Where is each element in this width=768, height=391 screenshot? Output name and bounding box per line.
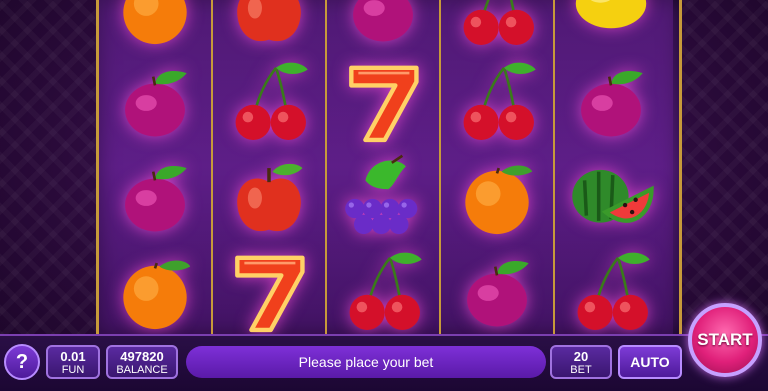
bet-selector[interactable]: 20 BET — [550, 345, 612, 379]
orange-icon — [123, 260, 191, 329]
cherry-icon — [463, 0, 534, 45]
reel-2 — [213, 0, 327, 334]
reel-1-symbol-1 — [99, 0, 211, 55]
seven-icon — [349, 65, 419, 142]
bet-label: BET — [570, 364, 592, 376]
start-label: START — [697, 330, 753, 349]
status-message: Please place your bet — [186, 346, 546, 378]
plum-icon — [353, 0, 413, 41]
reel-3-symbol-4 — [327, 245, 439, 340]
reel-4 — [441, 0, 555, 334]
reel-1 — [99, 0, 213, 334]
plum-icon — [125, 165, 187, 231]
cherry-icon — [235, 62, 308, 140]
reel-5-symbol-4 — [555, 245, 667, 340]
apple-icon — [237, 163, 303, 231]
orange-icon — [465, 165, 533, 234]
coin-value: 0.01 — [60, 349, 86, 364]
reel-2-symbol-1 — [213, 0, 325, 55]
help-icon: ? — [15, 351, 29, 373]
reel-1-symbol-2 — [99, 55, 211, 150]
cherry-icon — [349, 252, 422, 330]
reel-5-symbol-2 — [555, 55, 667, 150]
orange-icon — [123, 0, 187, 44]
coin-value-selector[interactable]: 0.01 FUN — [46, 345, 100, 379]
apple-icon — [237, 0, 301, 41]
reel-3-symbol-1 — [327, 0, 439, 55]
reel-4-symbol-1 — [441, 0, 553, 55]
reel-3 — [327, 0, 441, 334]
balance-label: BALANCE — [116, 364, 168, 376]
reel-1-symbol-4 — [99, 245, 211, 340]
reel-4-symbol-2 — [441, 55, 553, 150]
reel-1-symbol-3 — [99, 150, 211, 245]
reels-area — [96, 0, 682, 334]
reel-3-symbol-3 — [327, 150, 439, 245]
reel-5 — [555, 0, 673, 334]
help-button[interactable]: ? — [4, 344, 40, 380]
seven-icon — [235, 255, 305, 332]
grapes-icon — [345, 154, 418, 234]
plum-icon — [581, 70, 643, 136]
reel-4-symbol-4 — [441, 245, 553, 340]
reel-2-symbol-3 — [213, 150, 325, 245]
watermelon-icon — [572, 169, 654, 223]
bet-value: 20 — [573, 349, 589, 364]
balance-display: 497820 BALANCE — [106, 345, 178, 379]
reel-2-symbol-4 — [213, 245, 325, 340]
balance-value: 497820 — [120, 349, 164, 364]
reel-4-symbol-3 — [441, 150, 553, 245]
cherry-icon — [577, 252, 650, 330]
plum-icon — [467, 260, 529, 326]
reel-5-symbol-1 — [555, 0, 667, 55]
reel-3-symbol-2 — [327, 55, 439, 150]
start-button[interactable]: START — [688, 303, 762, 377]
cherry-icon — [463, 62, 536, 140]
coin-value-label: FUN — [61, 364, 85, 376]
reel-2-symbol-2 — [213, 55, 325, 150]
plum-icon — [125, 70, 187, 136]
lemon-icon — [575, 0, 647, 28]
auto-button[interactable]: AUTO — [618, 345, 682, 379]
reel-5-symbol-3 — [555, 150, 667, 245]
